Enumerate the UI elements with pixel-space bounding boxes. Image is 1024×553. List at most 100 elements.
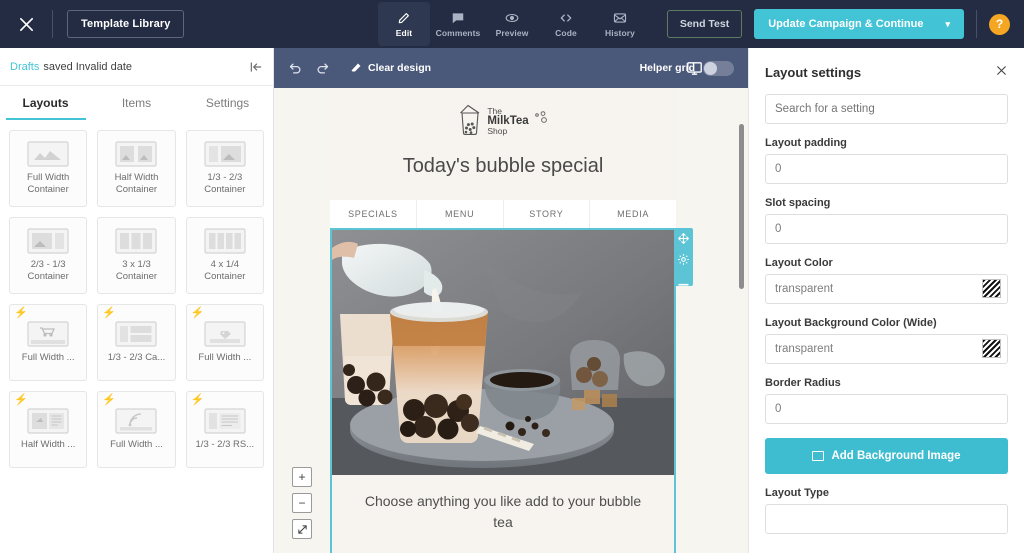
help-icon[interactable]: ?	[989, 14, 1010, 35]
mode-comments[interactable]: Comments	[432, 2, 484, 46]
layout-card[interactable]: 1/3 - 2/3 Container	[186, 130, 264, 207]
drafts-status-bar: Drafts saved Invalid date	[0, 48, 273, 86]
redo-icon[interactable]	[315, 61, 330, 76]
layout-card-label: Full Width Container	[13, 172, 83, 195]
clear-design-button[interactable]: Clear design	[350, 62, 431, 74]
layout-card-label: 1/3 - 2/3 RS...	[196, 439, 255, 451]
close-icon[interactable]	[995, 64, 1008, 80]
helper-grid-toggle[interactable]	[703, 61, 734, 76]
email-nav-specials[interactable]: SPECIALS	[330, 200, 417, 228]
add-background-image-button[interactable]: Add Background Image	[765, 438, 1008, 474]
email-nav-story[interactable]: STORY	[504, 200, 591, 228]
canvas-zoom-controls: + −	[292, 467, 312, 539]
clear-design-label: Clear design	[368, 62, 431, 74]
layout-card[interactable]: ⚡Half Width ...	[9, 391, 87, 468]
layout-type-input[interactable]	[765, 504, 1008, 534]
layout-type-field[interactable]	[765, 504, 1008, 534]
selected-hero-block[interactable]: Choose anything you like add to your bub…	[330, 228, 676, 553]
mode-history[interactable]: History	[594, 2, 646, 46]
layout-card[interactable]: ⚡1/3 - 2/3 Ca...	[97, 304, 175, 381]
minus-icon[interactable]	[677, 274, 690, 282]
canvas-vertical-scrollbar[interactable]	[739, 124, 744, 289]
settings-field-input[interactable]	[765, 274, 1008, 304]
bubble-dots-icon	[533, 111, 549, 132]
send-test-button[interactable]: Send Test	[667, 10, 742, 38]
search-input[interactable]	[765, 94, 1008, 124]
pro-bolt-icon: ⚡	[191, 308, 205, 319]
email-headline[interactable]: Today's bubble special	[330, 141, 676, 194]
settings-field-input-wrap	[765, 154, 1008, 184]
layout-thumbnail-icon	[27, 408, 69, 434]
tab-settings[interactable]: Settings	[182, 86, 273, 120]
settings-field-input[interactable]	[765, 394, 1008, 424]
layout-card[interactable]: Full Width Container	[9, 130, 87, 207]
chevron-down-icon[interactable]: ▾	[945, 19, 950, 30]
layout-card-label: 2/3 - 1/3 Container	[13, 259, 83, 282]
tab-items[interactable]: Items	[91, 86, 182, 120]
layout-card[interactable]: ⚡1/3 - 2/3 RS...	[186, 391, 264, 468]
settings-field: Layout padding	[765, 137, 1008, 184]
settings-field-label: Layout Color	[765, 257, 1008, 269]
code-icon	[559, 11, 573, 25]
settings-field-label: Layout Background Color (Wide)	[765, 317, 1008, 329]
canvas-scroll-region[interactable]: The MilkTea Shop Today's bubble special …	[274, 88, 748, 553]
settings-field-input[interactable]	[765, 154, 1008, 184]
layout-thumbnail-icon	[27, 141, 69, 167]
layout-card[interactable]: 2/3 - 1/3 Container	[9, 217, 87, 294]
settings-field-input[interactable]	[765, 334, 1008, 364]
settings-field: Layout Background Color (Wide)	[765, 317, 1008, 364]
email-nav-menu[interactable]: MENU	[417, 200, 504, 228]
settings-field-list: Layout padding Slot spacing Layout Color La…	[765, 137, 1008, 424]
top-toolbar-left: Template Library	[0, 0, 184, 48]
color-swatch-icon[interactable]	[982, 279, 1001, 298]
drafts-link[interactable]: Drafts	[10, 61, 39, 73]
zoom-in-button[interactable]: +	[292, 467, 312, 487]
mode-code[interactable]: Code	[540, 2, 592, 46]
settings-field-input-wrap	[765, 394, 1008, 424]
settings-field-label: Slot spacing	[765, 197, 1008, 209]
layout-thumbnail-icon	[27, 321, 69, 347]
email-caption[interactable]: Choose anything you like add to your bub…	[332, 475, 674, 553]
close-icon[interactable]	[0, 0, 52, 48]
mode-edit[interactable]: Edit	[378, 2, 430, 46]
layout-card[interactable]: Half Width Container	[97, 130, 175, 207]
active-tab-underline	[6, 118, 86, 121]
undo-icon[interactable]	[288, 61, 303, 76]
zoom-out-button[interactable]: −	[292, 493, 312, 513]
block-tool-strip	[674, 228, 693, 286]
layout-card[interactable]: ⚡Full Width ...	[9, 304, 87, 381]
add-background-image-label: Add Background Image	[831, 450, 960, 462]
update-campaign-label: Update Campaign & Continue	[768, 18, 923, 30]
email-nav-bar: SPECIALS MENU STORY MEDIA	[330, 200, 676, 228]
layout-thumbnail-icon	[204, 408, 246, 434]
template-library-button[interactable]: Template Library	[67, 10, 184, 38]
collapse-panel-icon[interactable]	[249, 60, 263, 74]
layout-card-label: Full Width ...	[110, 439, 163, 451]
layout-thumbnail-icon	[115, 228, 157, 254]
mode-preview[interactable]: Preview	[486, 2, 538, 46]
email-header-block[interactable]: The MilkTea Shop Today's bubble special	[330, 88, 676, 200]
email-nav-media[interactable]: MEDIA	[590, 200, 676, 228]
drafts-saved-text: saved Invalid date	[43, 61, 132, 73]
layout-card[interactable]: 4 x 1/4 Container	[186, 217, 264, 294]
left-panel-tabs: Layouts Items Settings	[0, 86, 273, 120]
gear-icon[interactable]	[677, 253, 690, 266]
pro-bolt-icon: ⚡	[14, 308, 28, 319]
bubble-tea-photo[interactable]	[332, 230, 674, 475]
layout-card[interactable]: ⚡Full Width ...	[97, 391, 175, 468]
layout-card[interactable]: 3 x 1/3 Container	[97, 217, 175, 294]
tab-layouts[interactable]: Layouts	[0, 86, 91, 120]
toolbar-divider	[52, 10, 53, 38]
color-swatch-icon[interactable]	[982, 339, 1001, 358]
layout-thumbnail-icon	[115, 408, 157, 434]
layout-card[interactable]: ⚡Full Width ...	[186, 304, 264, 381]
update-campaign-button[interactable]: Update Campaign & Continue ▾	[754, 9, 964, 39]
envelope-icon	[613, 11, 627, 25]
mode-switcher: Edit Comments Preview Code	[378, 0, 646, 48]
settings-field-input-wrap	[765, 334, 1008, 364]
layout-card-label: Half Width Container	[101, 172, 171, 195]
expand-icon[interactable]	[292, 519, 312, 539]
move-icon[interactable]	[677, 232, 690, 245]
settings-field-input[interactable]	[765, 214, 1008, 244]
pencil-icon	[397, 11, 411, 25]
